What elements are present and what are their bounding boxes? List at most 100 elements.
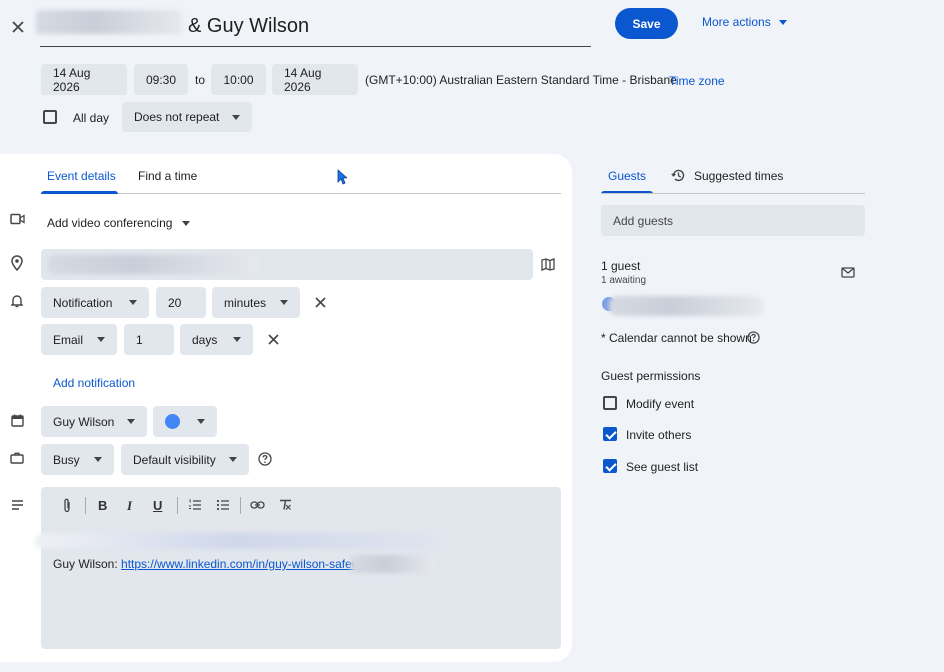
details-tabs-divider bbox=[41, 193, 561, 194]
event-color-dropdown[interactable] bbox=[153, 406, 217, 437]
redacted-title-part bbox=[36, 10, 182, 34]
more-actions-button[interactable]: More actions bbox=[702, 14, 787, 30]
all-day-checkbox[interactable] bbox=[43, 110, 57, 124]
redacted-description-line bbox=[35, 533, 435, 549]
description-text: Guy Wilson: https://www.linkedin.com/in/… bbox=[53, 557, 366, 571]
tab-guests[interactable]: Guests bbox=[608, 169, 646, 183]
mouse-cursor-icon bbox=[337, 169, 349, 190]
chevron-down-icon bbox=[182, 220, 191, 226]
underline-icon[interactable]: U bbox=[153, 498, 162, 513]
chevron-down-icon bbox=[778, 19, 787, 25]
title-text: & Guy Wilson bbox=[188, 15, 310, 37]
notification-type-value: Notification bbox=[53, 295, 113, 310]
timezone-link[interactable]: Time zone bbox=[669, 74, 725, 88]
help-icon[interactable] bbox=[257, 451, 273, 467]
help-icon[interactable] bbox=[746, 330, 760, 344]
close-icon[interactable] bbox=[8, 17, 28, 37]
link-icon[interactable] bbox=[249, 497, 265, 513]
calendar-icon bbox=[9, 412, 25, 428]
end-time-value: 10:00 bbox=[223, 72, 254, 87]
notification-value-input[interactable]: 20 bbox=[156, 287, 206, 318]
location-pin-icon bbox=[9, 254, 25, 272]
clear-formatting-icon[interactable] bbox=[277, 497, 293, 513]
invite-others-label: Invite others bbox=[626, 428, 692, 442]
visibility-value: Default visibility bbox=[133, 452, 216, 467]
bold-icon[interactable]: B bbox=[98, 498, 107, 513]
redacted-link-suffix bbox=[351, 555, 437, 573]
italic-icon[interactable]: I bbox=[127, 498, 132, 514]
chevron-down-icon bbox=[229, 457, 237, 462]
chevron-down-icon bbox=[127, 419, 135, 424]
modify-event-checkbox[interactable] bbox=[603, 396, 617, 410]
email-unit-value: days bbox=[192, 332, 218, 347]
numbered-list-icon[interactable] bbox=[187, 497, 203, 513]
end-date-value: 14 Aug 2026 bbox=[284, 65, 322, 94]
notification-unit-dropdown[interactable]: minutes bbox=[212, 287, 300, 318]
editor-toolbar: B I U bbox=[41, 487, 561, 523]
toolbar-divider bbox=[85, 497, 86, 514]
email-guests-icon[interactable] bbox=[840, 264, 856, 280]
guests-tabs-divider bbox=[601, 193, 865, 194]
start-time-field[interactable]: 09:30 bbox=[134, 64, 188, 95]
description-editor[interactable]: B I U Guy Wilson: https://www.linkedin.c… bbox=[35, 487, 561, 649]
history-clock-icon bbox=[670, 167, 686, 183]
guest-awaiting: 1 awaiting bbox=[601, 275, 647, 286]
email-unit-dropdown[interactable]: days bbox=[180, 324, 253, 355]
busy-dropdown[interactable]: Busy bbox=[41, 444, 114, 475]
description-icon bbox=[9, 497, 25, 513]
tab-find-a-time[interactable]: Find a time bbox=[138, 169, 197, 183]
visibility-dropdown[interactable]: Default visibility bbox=[121, 444, 249, 475]
description-linkedin-link[interactable]: https://www.linkedin.com/in/guy-wilson-s… bbox=[121, 557, 366, 571]
email-type-value: Email bbox=[53, 332, 84, 347]
email-value: 1 bbox=[136, 332, 143, 347]
permissions-title: Guest permissions bbox=[601, 369, 701, 383]
chevron-down-icon bbox=[97, 337, 105, 342]
more-actions-label: More actions bbox=[702, 15, 771, 29]
email-type-dropdown[interactable]: Email bbox=[41, 324, 117, 355]
end-time-field[interactable]: 10:00 bbox=[211, 64, 266, 95]
chevron-down-icon bbox=[197, 419, 205, 424]
save-button[interactable]: Save bbox=[615, 8, 678, 39]
add-guests-input[interactable]: Add guests bbox=[601, 205, 865, 236]
chevron-down-icon bbox=[280, 300, 288, 305]
calendar-note: * Calendar cannot be shown bbox=[601, 331, 752, 345]
attachment-icon[interactable] bbox=[59, 497, 75, 513]
add-notification-link[interactable]: Add notification bbox=[53, 376, 135, 390]
invite-others-checkbox[interactable] bbox=[603, 427, 617, 441]
description-prefix: Guy Wilson: bbox=[53, 557, 122, 571]
briefcase-icon bbox=[9, 450, 25, 466]
video-conferencing-dropdown[interactable]: Add video conferencing bbox=[47, 216, 191, 230]
start-time-value: 09:30 bbox=[145, 72, 177, 87]
bulleted-list-icon[interactable] bbox=[215, 497, 231, 513]
calendar-owner-dropdown[interactable]: Guy Wilson bbox=[41, 406, 147, 437]
calendar-owner-value: Guy Wilson bbox=[53, 414, 115, 429]
busy-value: Busy bbox=[53, 452, 80, 467]
video-camera-icon bbox=[9, 211, 25, 227]
email-value-input[interactable]: 1 bbox=[124, 324, 174, 355]
start-date-field[interactable]: 14 Aug 2026 bbox=[41, 64, 127, 95]
end-date-field[interactable]: 14 Aug 2026 bbox=[272, 64, 358, 95]
guest-count: 1 guest bbox=[601, 259, 641, 273]
title-input[interactable]: & Guy Wilson bbox=[36, 6, 591, 47]
remove-email-notification-icon[interactable] bbox=[265, 331, 281, 347]
map-icon[interactable] bbox=[540, 256, 556, 272]
to-label: to bbox=[195, 73, 206, 87]
bell-icon bbox=[9, 293, 25, 309]
timezone-text: (GMT+10:00) Australian Eastern Standard … bbox=[365, 73, 677, 87]
add-guests-placeholder: Add guests bbox=[613, 213, 674, 228]
notification-unit-value: minutes bbox=[224, 295, 267, 310]
remove-notification-icon[interactable] bbox=[312, 294, 328, 310]
notification-type-dropdown[interactable]: Notification bbox=[41, 287, 149, 318]
save-label: Save bbox=[632, 16, 661, 31]
tab-event-details[interactable]: Event details bbox=[47, 169, 116, 183]
all-day-label: All day bbox=[73, 111, 110, 125]
see-guest-list-checkbox[interactable] bbox=[603, 459, 617, 473]
tab-event-details-indicator bbox=[41, 191, 118, 194]
tab-suggested-times[interactable]: Suggested times bbox=[694, 169, 783, 183]
location-input[interactable] bbox=[41, 249, 533, 280]
see-guest-list-label: See guest list bbox=[626, 460, 699, 474]
notification-value: 20 bbox=[168, 295, 182, 310]
chevron-down-icon bbox=[233, 337, 241, 342]
repeat-dropdown[interactable]: Does not repeat bbox=[122, 102, 252, 132]
toolbar-divider bbox=[240, 497, 241, 514]
